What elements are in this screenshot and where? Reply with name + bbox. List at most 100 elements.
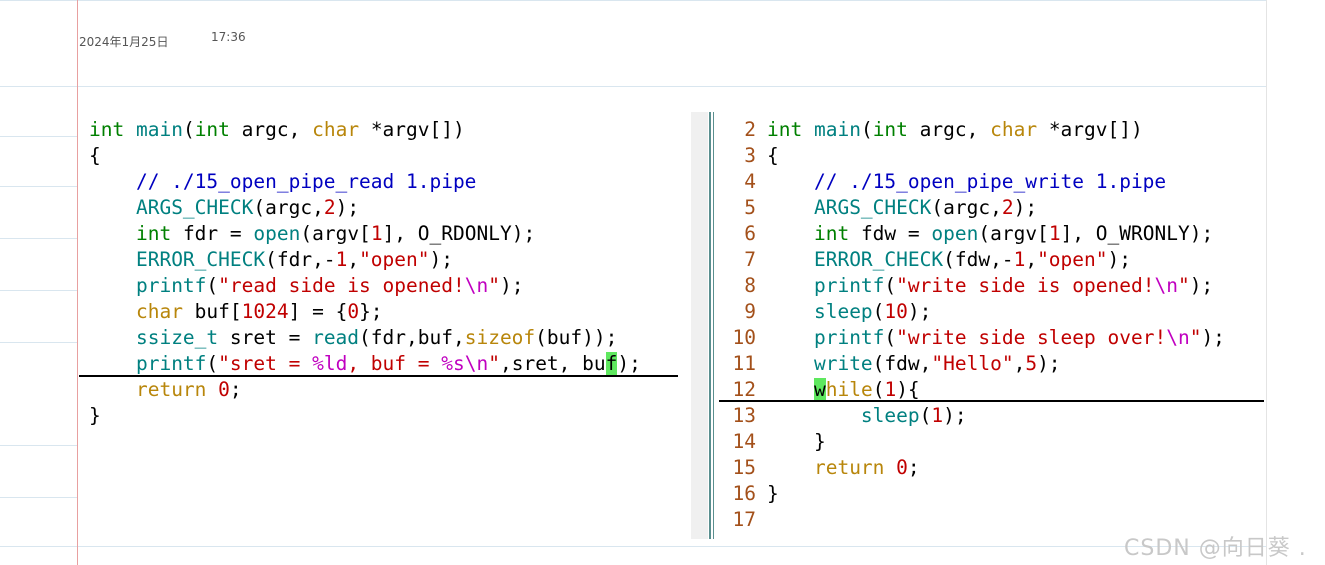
code-token: } xyxy=(767,482,779,505)
code-token: 0 xyxy=(218,378,230,401)
code-line: printf("read side is opened!\n"); xyxy=(89,273,523,299)
code-token: ); xyxy=(335,196,360,219)
line-number: 17 xyxy=(732,508,756,531)
code-token: int xyxy=(767,118,814,141)
code-token: ], O_WRONLY); xyxy=(1060,222,1214,245)
code-token: "open" xyxy=(359,248,430,271)
code-token: "write side is opened! xyxy=(896,274,1155,297)
code-token: ); xyxy=(1013,196,1038,219)
code-token: printf xyxy=(813,326,885,349)
code-token: ( xyxy=(872,378,885,401)
code-token: *argv[]) xyxy=(370,118,465,141)
code-line: { xyxy=(767,143,779,169)
code-line: int fdr = open(argv[1], O_RDONLY); xyxy=(89,221,535,247)
code-token: (argc, xyxy=(931,196,1002,219)
code-token: , xyxy=(1025,248,1038,271)
code-line: sleep(10); xyxy=(767,299,931,325)
code-token: ( xyxy=(884,326,897,349)
note-time: 17:36 xyxy=(211,30,246,44)
code-token: 1 xyxy=(335,248,348,271)
code-token: return xyxy=(135,378,219,401)
code-line: printf("sret = %ld, buf = %s\n",sret, bu… xyxy=(89,351,641,377)
code-token: open xyxy=(253,222,301,245)
code-token: ( xyxy=(182,118,195,141)
code-line: { xyxy=(89,143,101,169)
code-token: ssize_t xyxy=(135,326,230,349)
left-code-pane: int main(int argc, char *argv[]){ // ./1… xyxy=(89,117,689,447)
code-token: printf xyxy=(135,274,207,297)
code-line: ERROR_CHECK(fdw,-1,"open"); xyxy=(767,247,1131,273)
code-token: ,sret, bu xyxy=(499,352,606,375)
code-token: 1 xyxy=(370,222,383,245)
rule-line xyxy=(0,546,1266,547)
margin-line xyxy=(77,0,78,565)
current-line-underline xyxy=(719,400,1264,402)
code-token: ); xyxy=(1107,248,1131,271)
rule-line xyxy=(0,445,78,446)
code-token: \n xyxy=(1154,274,1178,297)
line-number: 2 xyxy=(744,118,756,141)
rule-line xyxy=(0,186,78,187)
code-line: } xyxy=(89,403,101,429)
code-line: printf("write side is opened!\n"); xyxy=(767,273,1213,299)
right-code-pane: int main(int argc, char *argv[]){ // ./1… xyxy=(767,117,1267,537)
code-token: hile xyxy=(825,378,873,401)
code-token: int xyxy=(135,222,183,245)
code-token: // ./15_open_pipe_write 1.pipe xyxy=(767,170,1167,193)
code-line: } xyxy=(767,429,826,455)
rule-line xyxy=(0,290,78,291)
code-token: sizeof xyxy=(464,326,536,349)
line-number: 7 xyxy=(744,248,756,271)
code-token: ); xyxy=(943,404,967,427)
line-number: 6 xyxy=(744,222,756,245)
code-token: argc, xyxy=(919,118,991,141)
code-token: ); xyxy=(1189,274,1214,297)
code-token: 2 xyxy=(323,196,336,219)
code-token: \n xyxy=(464,274,489,297)
code-token: , xyxy=(1013,352,1026,375)
code-token: (fdw, xyxy=(872,352,932,375)
code-token: %ld xyxy=(312,352,348,375)
code-token: fdw = xyxy=(860,222,932,245)
code-token: sleep xyxy=(860,404,920,427)
code-token: { xyxy=(767,144,779,167)
code-line: sleep(1); xyxy=(767,403,967,429)
code-token: ; xyxy=(907,456,920,479)
pane-divider xyxy=(713,112,714,539)
code-token: 0 xyxy=(896,456,908,479)
code-token: ; xyxy=(229,378,242,401)
rule-line xyxy=(0,86,1266,87)
rule-line xyxy=(0,342,78,343)
code-token: int xyxy=(194,118,242,141)
code-token: (fdr,buf, xyxy=(359,326,465,349)
code-token: }; xyxy=(359,300,383,323)
code-line: return 0; xyxy=(89,377,242,403)
code-token: \n xyxy=(464,352,489,375)
code-line: char buf[1024] = {0}; xyxy=(89,299,383,325)
code-token: (argc, xyxy=(253,196,324,219)
code-token: char xyxy=(990,118,1049,141)
code-token: \n xyxy=(1166,326,1190,349)
line-number: 3 xyxy=(744,144,756,167)
code-token: (fdw,- xyxy=(943,248,1014,271)
line-number: 9 xyxy=(744,300,756,323)
code-token: (argv[ xyxy=(978,222,1049,245)
code-token: " xyxy=(1177,274,1190,297)
current-line-underline xyxy=(79,375,678,377)
code-token: write xyxy=(813,352,873,375)
code-token: fdr = xyxy=(182,222,254,245)
code-line: int fdw = open(argv[1], O_WRONLY); xyxy=(767,221,1213,247)
right-gutter xyxy=(1267,0,1325,565)
code-line: return 0; xyxy=(767,455,920,481)
code-token: ); xyxy=(907,300,932,323)
code-token: read xyxy=(312,326,360,349)
pane-gutter xyxy=(691,112,708,539)
code-token: } xyxy=(767,430,826,453)
code-token: // ./15_open_pipe_read 1.pipe xyxy=(89,170,477,193)
